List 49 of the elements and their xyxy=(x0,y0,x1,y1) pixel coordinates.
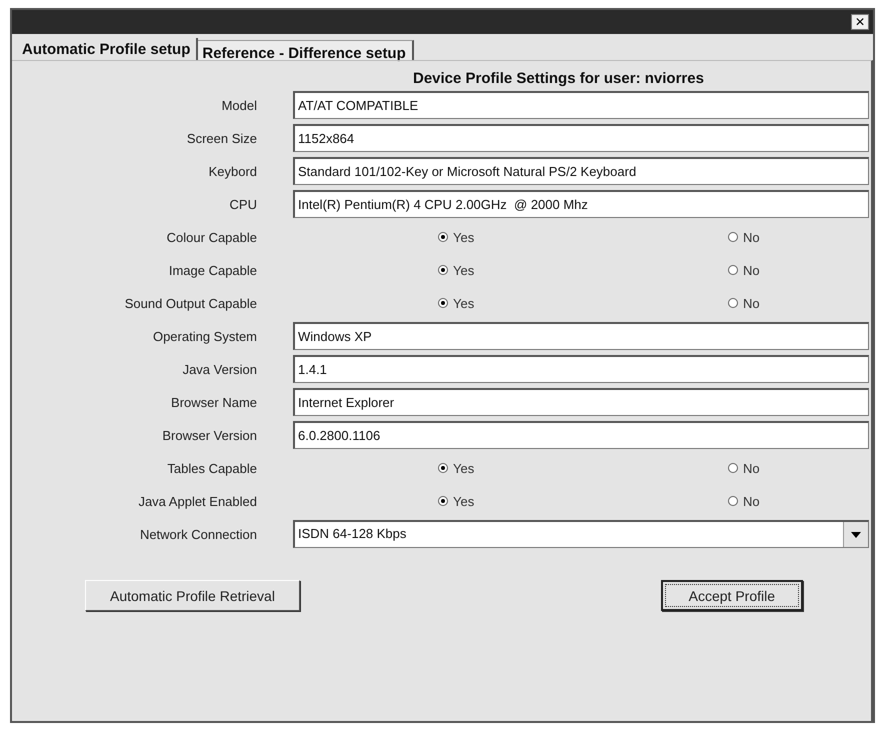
radio-label[interactable]: No xyxy=(743,296,760,310)
close-button[interactable]: × xyxy=(851,14,869,30)
field-label: Tables Capable xyxy=(166,460,257,476)
field-label: Browser Version xyxy=(161,428,257,442)
text-field[interactable]: 1.4.1 xyxy=(293,355,869,383)
field-label: Java Applet Enabled xyxy=(137,494,257,508)
text-field[interactable]: Intel(R) Pentium(R) 4 CPU 2.00GHz @ 2000 Mhz xyxy=(293,190,869,218)
text-field[interactable]: Standard 101/102-Key or Microsoft Natural PS/2 Keyboard xyxy=(293,157,869,185)
radio-button[interactable] xyxy=(728,232,738,242)
radio-label[interactable]: Yes xyxy=(453,296,474,310)
field-label: CPU xyxy=(228,196,257,212)
tab[interactable]: Reference - Difference setup xyxy=(198,40,414,60)
radio-button[interactable] xyxy=(438,463,448,473)
text-field[interactable]: 6.0.2800.1106 xyxy=(293,421,869,449)
field-label: Operating System xyxy=(152,328,257,344)
dropdown-arrow-icon[interactable] xyxy=(851,532,861,538)
radio-button[interactable] xyxy=(438,298,448,308)
field-label: Sound Output Capable xyxy=(124,296,257,310)
text-field[interactable]: 1152x864 xyxy=(293,124,869,152)
radio-button[interactable] xyxy=(728,298,738,308)
radio-label[interactable]: No xyxy=(743,230,760,244)
field-label: Java Version xyxy=(182,362,257,376)
text-field[interactable]: Internet Explorer xyxy=(293,388,869,416)
text-field[interactable]: Windows XP xyxy=(293,322,869,350)
radio-label[interactable]: No xyxy=(743,494,760,508)
radio-button[interactable] xyxy=(728,265,738,275)
radio-label[interactable]: Yes xyxy=(453,494,474,508)
dropdown-field[interactable]: ISDN 64-128 Kbps xyxy=(293,520,869,548)
text-field[interactable]: AT/AT COMPATIBLE xyxy=(293,91,869,119)
radio-button[interactable] xyxy=(728,496,738,506)
field-label: Screen Size xyxy=(186,130,257,146)
radio-label[interactable]: No xyxy=(743,262,760,278)
radio-button[interactable] xyxy=(438,265,448,275)
radio-button[interactable] xyxy=(728,463,738,473)
form-heading: Device Profile Settings for user: nviorres xyxy=(412,70,705,87)
field-label: Keybord xyxy=(208,164,257,178)
field-label: Browser Name xyxy=(170,394,257,410)
action-button[interactable]: Automatic Profile Retrieval xyxy=(85,580,300,611)
field-label: Colour Capable xyxy=(166,230,257,244)
radio-button[interactable] xyxy=(438,232,448,242)
radio-button[interactable] xyxy=(438,496,448,506)
field-label: Image Capable xyxy=(168,262,257,278)
field-label: Network Connection xyxy=(138,526,257,542)
radio-label[interactable]: Yes xyxy=(453,460,474,476)
field-label: Model xyxy=(220,98,257,112)
radio-label[interactable]: Yes xyxy=(453,230,474,244)
radio-label[interactable]: Yes xyxy=(453,262,474,278)
radio-label[interactable]: No xyxy=(743,460,760,476)
action-button[interactable]: Accept Profile xyxy=(660,580,803,611)
